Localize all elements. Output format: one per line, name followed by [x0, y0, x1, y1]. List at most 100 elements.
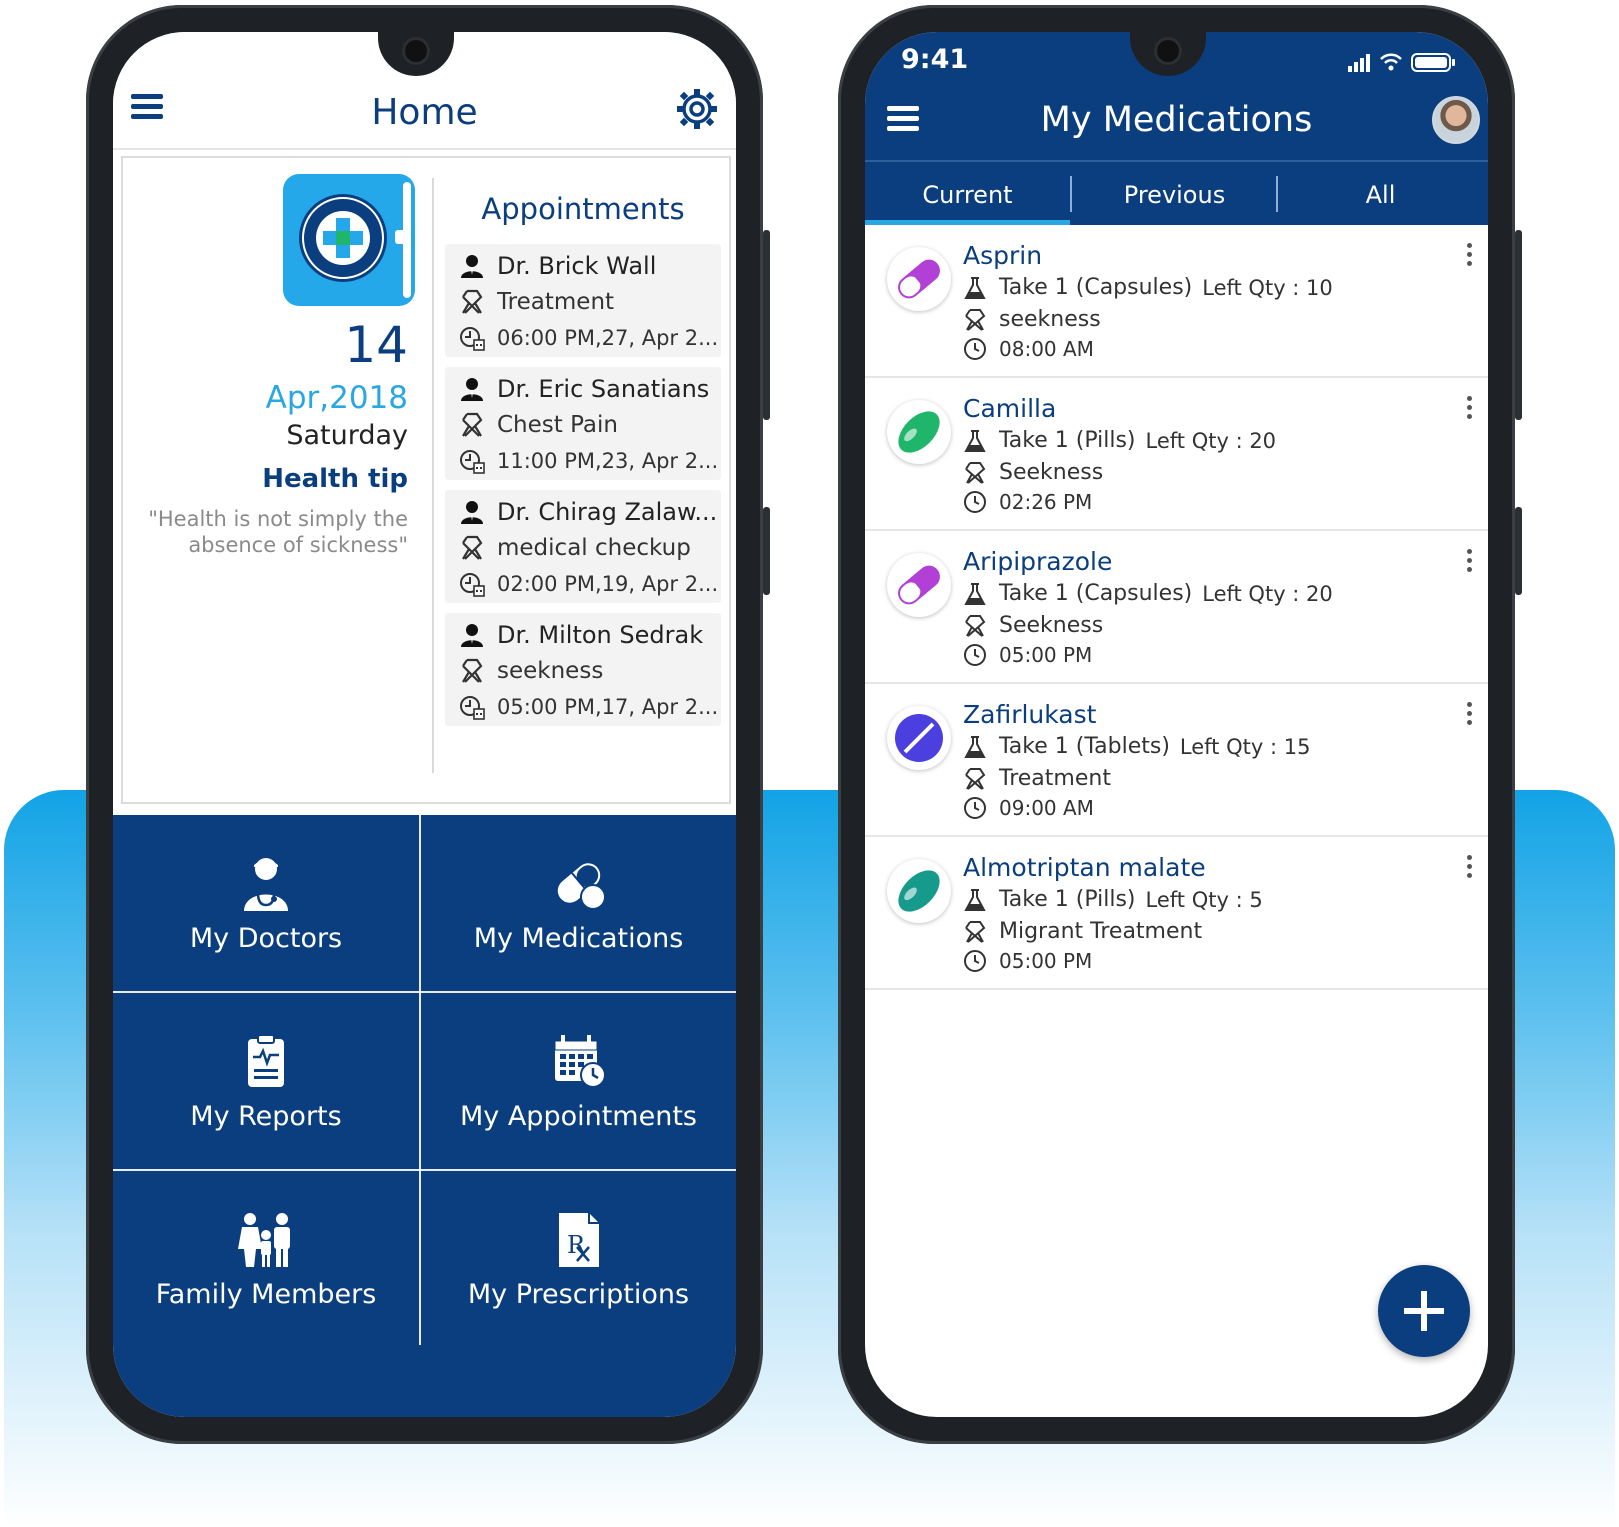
doctor-icon: [459, 499, 485, 525]
clock-icon: [963, 643, 987, 667]
status-icons: [1348, 53, 1455, 72]
medication-left-qty: Left Qty : 10: [1202, 275, 1333, 300]
tile-family-members[interactable]: Family Members: [113, 1171, 419, 1347]
medication-left-qty: Left Qty : 20: [1145, 428, 1277, 453]
appointment-time: 02:00 PM,19, Apr 2...: [497, 572, 719, 596]
medication-item[interactable]: Camilla Take 1 (Pills) Left Qty : 20 Seekne…: [865, 378, 1488, 531]
ribbon-icon: [459, 658, 485, 684]
clock-icon: [963, 949, 987, 973]
appointment-reason: seekness: [497, 658, 604, 684]
tab-current[interactable]: Current: [865, 162, 1070, 227]
date-weekday: Saturday: [286, 420, 408, 451]
avatar[interactable]: [1432, 96, 1480, 144]
clipboard-icon: [236, 1031, 296, 1091]
medication-item[interactable]: Almotriptan malate Take 1 (Pills) Left Qty…: [865, 837, 1488, 990]
clock-calendar-icon: [459, 448, 485, 474]
status-time: 9:41: [901, 44, 969, 75]
tab-previous[interactable]: Previous: [1072, 162, 1277, 227]
medications-screen: 9:41 My Medications Current Previous All…: [865, 32, 1488, 1417]
medication-item[interactable]: Zafirlukast Take 1 (Tablets) Left Qty : 15…: [865, 684, 1488, 837]
ribbon-icon: [963, 614, 987, 638]
gear-icon[interactable]: [676, 88, 718, 130]
ribbon-icon: [963, 461, 987, 485]
medication-left-qty: Left Qty : 20: [1202, 581, 1333, 606]
ribbon-icon: [963, 920, 987, 944]
prescription-icon: R: [549, 1209, 609, 1269]
tile-my-medications[interactable]: My Medications: [421, 815, 736, 991]
plus-icon: [1404, 1291, 1444, 1331]
ribbon-icon: [459, 535, 485, 561]
medication-name: Almotriptan malate: [963, 853, 1206, 882]
tile-label: Family Members: [155, 1278, 377, 1310]
ribbon-icon: [963, 308, 987, 332]
medication-dose: Take 1 (Tablets): [999, 734, 1170, 759]
doctor-icon: [236, 853, 296, 913]
ribbon-icon: [459, 289, 485, 315]
medication-time: 05:00 PM: [999, 643, 1093, 667]
date-month-year: Apr,2018: [265, 380, 408, 416]
appointment-time: 11:00 PM,23, Apr 2...: [497, 449, 719, 473]
tile-my-appointments[interactable]: My Appointments: [421, 993, 736, 1169]
appointment-doctor: Dr. Milton Sedrak: [497, 621, 704, 649]
dashboard-card: 14 Apr,2018 Saturday Health tip "Health …: [121, 156, 731, 804]
app-logo: [283, 174, 415, 306]
oval-pill-icon: [887, 859, 951, 923]
tile-label: My Appointments: [459, 1100, 697, 1132]
appointment-doctor: Dr. Eric Sanatians: [497, 375, 710, 403]
medication-time: 05:00 PM: [999, 949, 1093, 973]
medication-item[interactable]: Aripiprazole Take 1 (Capsules) Left Qty : …: [865, 531, 1488, 684]
appointment-time: 06:00 PM,27, Apr 2...: [497, 326, 719, 350]
appointment-card[interactable]: Dr. Milton Sedrak seekness 05:00 PM,17, Ap…: [445, 613, 721, 726]
medication-left-qty: Left Qty : 5: [1145, 887, 1263, 912]
menu-grid: My Doctors My Medications My Reports My App…: [113, 815, 736, 1417]
appointment-doctor: Dr. Chirag Zalaw...: [497, 498, 718, 526]
medication-reason: Seekness: [999, 613, 1104, 638]
calendar-icon: [549, 1031, 609, 1091]
appointment-card[interactable]: Dr. Eric Sanatians Chest Pain 11:00 PM,23,…: [445, 367, 721, 480]
medication-dose: Take 1 (Pills): [999, 887, 1136, 912]
flask-icon: [963, 429, 987, 453]
tile-my-reports[interactable]: My Reports: [113, 993, 419, 1169]
tablet-pill-icon: [887, 706, 951, 770]
tile-my-doctors[interactable]: My Doctors: [113, 815, 419, 991]
add-medication-button[interactable]: [1378, 1265, 1470, 1357]
clock-icon: [963, 337, 987, 361]
side-button: [763, 230, 770, 420]
medication-list: Asprin Take 1 (Capsules) Left Qty : 10 seek…: [865, 225, 1488, 990]
doctor-icon: [459, 253, 485, 279]
tab-all[interactable]: All: [1278, 162, 1483, 227]
signal-icon: [1348, 54, 1370, 72]
more-options-icon[interactable]: [1464, 702, 1474, 732]
home-screen: Home 14 Apr,2018 Saturday Health tip "He…: [113, 32, 736, 1417]
wifi-icon: [1380, 53, 1402, 64]
medication-left-qty: Left Qty : 15: [1179, 734, 1311, 759]
clock-calendar-icon: [459, 325, 485, 351]
date-day: 14: [344, 316, 408, 374]
side-button: [763, 507, 770, 595]
appointment-card[interactable]: Dr. Brick Wall Treatment 06:00 PM,27, Apr …: [445, 244, 721, 357]
more-options-icon[interactable]: [1464, 396, 1474, 426]
divider: [432, 178, 434, 773]
medication-dose: Take 1 (Pills): [999, 428, 1136, 453]
medication-item[interactable]: Asprin Take 1 (Capsules) Left Qty : 10 seek…: [865, 225, 1488, 378]
page-title: Home: [371, 92, 478, 133]
appointment-reason: Treatment: [497, 289, 615, 315]
more-options-icon[interactable]: [1464, 243, 1474, 273]
capsule-pill-icon: [887, 247, 951, 311]
tile-label: My Doctors: [189, 922, 343, 954]
side-button: [1515, 230, 1522, 420]
more-options-icon[interactable]: [1464, 855, 1474, 885]
medication-time: 08:00 AM: [999, 337, 1094, 361]
appointments-heading: Appointments: [481, 192, 685, 226]
more-options-icon[interactable]: [1464, 549, 1474, 579]
date-panel: 14 Apr,2018 Saturday Health tip "Health …: [123, 158, 428, 802]
appointment-card[interactable]: Dr. Chirag Zalaw... medical checkup 02:00 …: [445, 490, 721, 603]
health-tip-title: Health tip: [262, 464, 408, 494]
doctor-icon: [459, 622, 485, 648]
pill-icon: [549, 853, 609, 913]
oval-pill-icon: [887, 400, 951, 464]
clock-calendar-icon: [459, 571, 485, 597]
tile-my-prescriptions[interactable]: R My Prescriptions: [421, 1171, 736, 1347]
appointment-reason: Chest Pain: [497, 412, 618, 438]
health-tip-text: "Health is not simply the absence of sic…: [148, 507, 408, 557]
